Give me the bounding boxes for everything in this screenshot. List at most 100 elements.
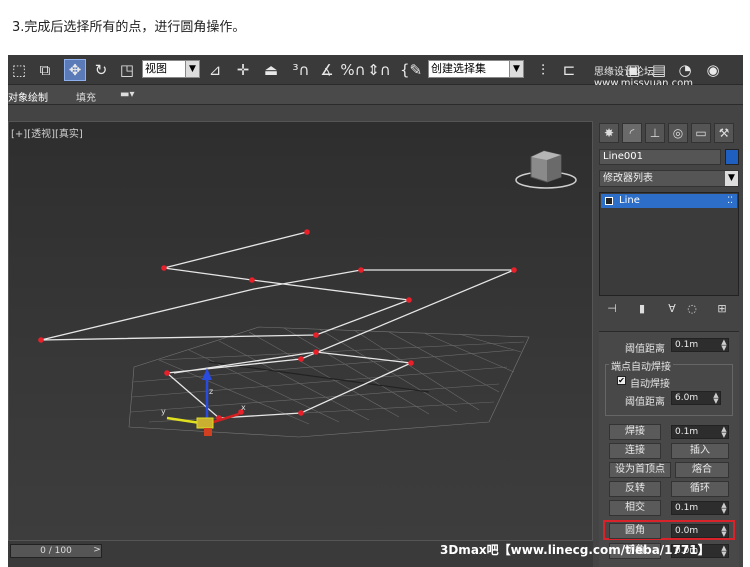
create-tab-icon[interactable]: ✸ bbox=[599, 123, 619, 143]
threshold-value: 6.0m bbox=[675, 393, 699, 403]
cross-insert-spinner[interactable]: 0.1m ▲ ▼ bbox=[671, 501, 729, 515]
caption: 3.完成后选择所有的点，进行圆角操作。 bbox=[12, 20, 246, 35]
stack-item-line[interactable]: Line ⁚⁚ bbox=[601, 194, 737, 208]
modify-tab-icon[interactable]: ◜ bbox=[622, 123, 642, 143]
ribbon-options-icon[interactable]: ▬▾ bbox=[120, 89, 134, 100]
select-region-icon[interactable]: ⬚ bbox=[8, 59, 30, 81]
spinner-arrows-icon[interactable]: ▲ ▼ bbox=[712, 392, 720, 405]
spinner-arrows-icon[interactable]: ▲ ▼ bbox=[720, 502, 728, 515]
object-name-field[interactable]: Line001 bbox=[599, 149, 721, 165]
perspective-viewport[interactable]: [+][透视][真实] y x z bbox=[8, 121, 593, 541]
time-slider[interactable]: 0 / 100 bbox=[10, 544, 102, 558]
vertex bbox=[298, 356, 304, 362]
geometry-rollout: 阈值距离 0.1m ▲ ▼ 端点自动焊接 ✔ 自动焊接 阈值距离 6.0m ▲ ▼ … bbox=[599, 331, 739, 567]
named-selection-set[interactable]: 创建选择集 ▼ bbox=[428, 60, 524, 78]
vertex bbox=[408, 360, 414, 366]
hierarchy-tab-icon[interactable]: ⊥ bbox=[645, 123, 665, 143]
make-first-button[interactable]: 设为首顶点 bbox=[609, 462, 671, 478]
spinner-snap-icon[interactable]: ⇕∩ bbox=[367, 59, 391, 81]
cycle-button[interactable]: 循环 bbox=[671, 481, 729, 497]
expand-icon[interactable] bbox=[605, 197, 613, 205]
command-panel-tabs: ✸ ◜ ⊥ ◎ ▭ ⚒ bbox=[599, 123, 739, 145]
vertex bbox=[38, 337, 44, 343]
svg-text:y: y bbox=[161, 407, 166, 416]
next-frame-icon[interactable]: > bbox=[92, 544, 102, 558]
vertex bbox=[511, 267, 517, 273]
window-crossing-icon[interactable]: ⧉ bbox=[34, 59, 56, 81]
auto-weld-checkbox[interactable]: ✔ bbox=[617, 376, 626, 385]
threshold-top-value: 0.1m bbox=[675, 340, 699, 350]
pivot-icon[interactable]: ⊿ bbox=[204, 59, 226, 81]
reference-coordinate-select[interactable]: 视图 ▼ bbox=[142, 60, 200, 78]
remove-modifier-icon[interactable]: ◌ bbox=[683, 301, 701, 317]
threshold-spinner[interactable]: 6.0m ▲ ▼ bbox=[671, 391, 721, 405]
stack-tools: ⊣ ▮ ∀ ◌ ⊞ bbox=[599, 301, 739, 319]
show-end-result-icon[interactable]: ▮ bbox=[633, 301, 651, 317]
vertex bbox=[249, 277, 255, 283]
percent-snap-icon[interactable]: %∩ bbox=[340, 59, 365, 81]
weld-spinner[interactable]: 0.1m ▲ ▼ bbox=[671, 425, 729, 439]
display-tab-icon[interactable]: ▭ bbox=[691, 123, 711, 143]
edit-named-selection-icon[interactable]: {✎ bbox=[400, 59, 422, 81]
threshold-top-spinner[interactable]: 0.1m ▲ ▼ bbox=[671, 338, 729, 352]
insert-button[interactable]: 插入 bbox=[671, 443, 729, 459]
command-panel: ✸ ◜ ⊥ ◎ ▭ ⚒ Line001 修改器列表 ▼ Line ⁚⁚ ⊣ ▮ … bbox=[595, 117, 743, 567]
threshold-label: 阈值距离 bbox=[625, 397, 665, 408]
vertex bbox=[164, 370, 170, 376]
auto-weld-label: 自动焊接 bbox=[630, 379, 670, 390]
chevron-down-icon: ▼ bbox=[509, 61, 523, 77]
snap-3d-icon[interactable]: ³∩ bbox=[290, 59, 312, 81]
vertex bbox=[304, 229, 310, 235]
vertex bbox=[406, 297, 412, 303]
vertex bbox=[298, 410, 304, 416]
object-color-swatch[interactable] bbox=[725, 149, 739, 165]
reference-coordinate-value: 视图 bbox=[145, 62, 167, 75]
viewcube-icon bbox=[515, 150, 577, 189]
stack-item-label: Line bbox=[619, 195, 640, 206]
mirror-icon[interactable]: ⫶ bbox=[532, 59, 554, 81]
spinner-arrows-icon[interactable]: ▲ ▼ bbox=[720, 426, 728, 439]
svg-text:z: z bbox=[209, 387, 213, 396]
align-icon[interactable]: ⊏ bbox=[558, 59, 580, 81]
vertex bbox=[358, 267, 364, 273]
make-unique-icon[interactable]: ∀ bbox=[663, 301, 681, 317]
vertex bbox=[313, 349, 319, 355]
vertex bbox=[161, 265, 167, 271]
keyboard-shortcut-icon[interactable]: ⏏ bbox=[260, 59, 282, 81]
spinner-arrows-icon[interactable]: ▲ ▼ bbox=[720, 525, 728, 538]
main-toolbar: ⬚ ⧉ ✥ ↻ ◳ 视图 ▼ ⊿ ✛ ⏏ ³∩ ∡ %∩ ⇕∩ {✎ 创建选择集… bbox=[8, 55, 743, 89]
weld-value: 0.1m bbox=[675, 427, 699, 437]
tab-object-paint[interactable]: 对象绘制 bbox=[8, 89, 48, 104]
svg-text:x: x bbox=[241, 403, 246, 412]
pin-stack-icon[interactable]: ⊣ bbox=[603, 301, 621, 317]
tab-populate[interactable]: 填充 bbox=[76, 89, 96, 104]
spinner-arrows-icon[interactable]: ▲ ▼ bbox=[720, 339, 728, 352]
reverse-button[interactable]: 反转 bbox=[609, 481, 661, 497]
fuse-button[interactable]: 熔合 bbox=[675, 462, 729, 478]
vertex bbox=[313, 332, 319, 338]
weld-button[interactable]: 焊接 bbox=[609, 424, 661, 440]
select-rotate-icon[interactable]: ↻ bbox=[90, 59, 112, 81]
sub-object-icon: ⁚⁚ bbox=[727, 196, 733, 206]
watermark: 3Dmax吧【www.linecg.com/tieba/1771】 bbox=[440, 543, 710, 557]
select-scale-icon[interactable]: ◳ bbox=[116, 59, 138, 81]
fillet-spinner[interactable]: 0.0m ▲ ▼ bbox=[671, 524, 729, 538]
modifier-list-label: 修改器列表 bbox=[603, 173, 653, 184]
configure-sets-icon[interactable]: ⊞ bbox=[713, 301, 731, 317]
fillet-value: 0.0m bbox=[675, 526, 699, 536]
utilities-tab-icon[interactable]: ⚒ bbox=[714, 123, 734, 143]
app-window: ⬚ ⧉ ✥ ↻ ◳ 视图 ▼ ⊿ ✛ ⏏ ³∩ ∡ %∩ ⇕∩ {✎ 创建选择集… bbox=[8, 55, 743, 567]
select-manipulate-icon[interactable]: ✛ bbox=[232, 59, 254, 81]
spinner-arrows-icon[interactable]: ▲ ▼ bbox=[720, 545, 728, 558]
fillet-button[interactable]: 圆角 bbox=[609, 523, 661, 539]
cross-insert-value: 0.1m bbox=[675, 503, 699, 513]
modifier-list-dropdown[interactable]: 修改器列表 ▼ bbox=[599, 170, 739, 187]
spline-vertices bbox=[38, 229, 517, 421]
viewport-scene: y x z bbox=[38, 150, 577, 438]
select-move-icon[interactable]: ✥ bbox=[64, 59, 86, 81]
motion-tab-icon[interactable]: ◎ bbox=[668, 123, 688, 143]
modifier-stack: Line ⁚⁚ bbox=[599, 192, 739, 296]
angle-snap-icon[interactable]: ∡ bbox=[316, 59, 338, 81]
cross-insert-button[interactable]: 相交 bbox=[609, 500, 661, 516]
connect-button[interactable]: 连接 bbox=[609, 443, 661, 459]
